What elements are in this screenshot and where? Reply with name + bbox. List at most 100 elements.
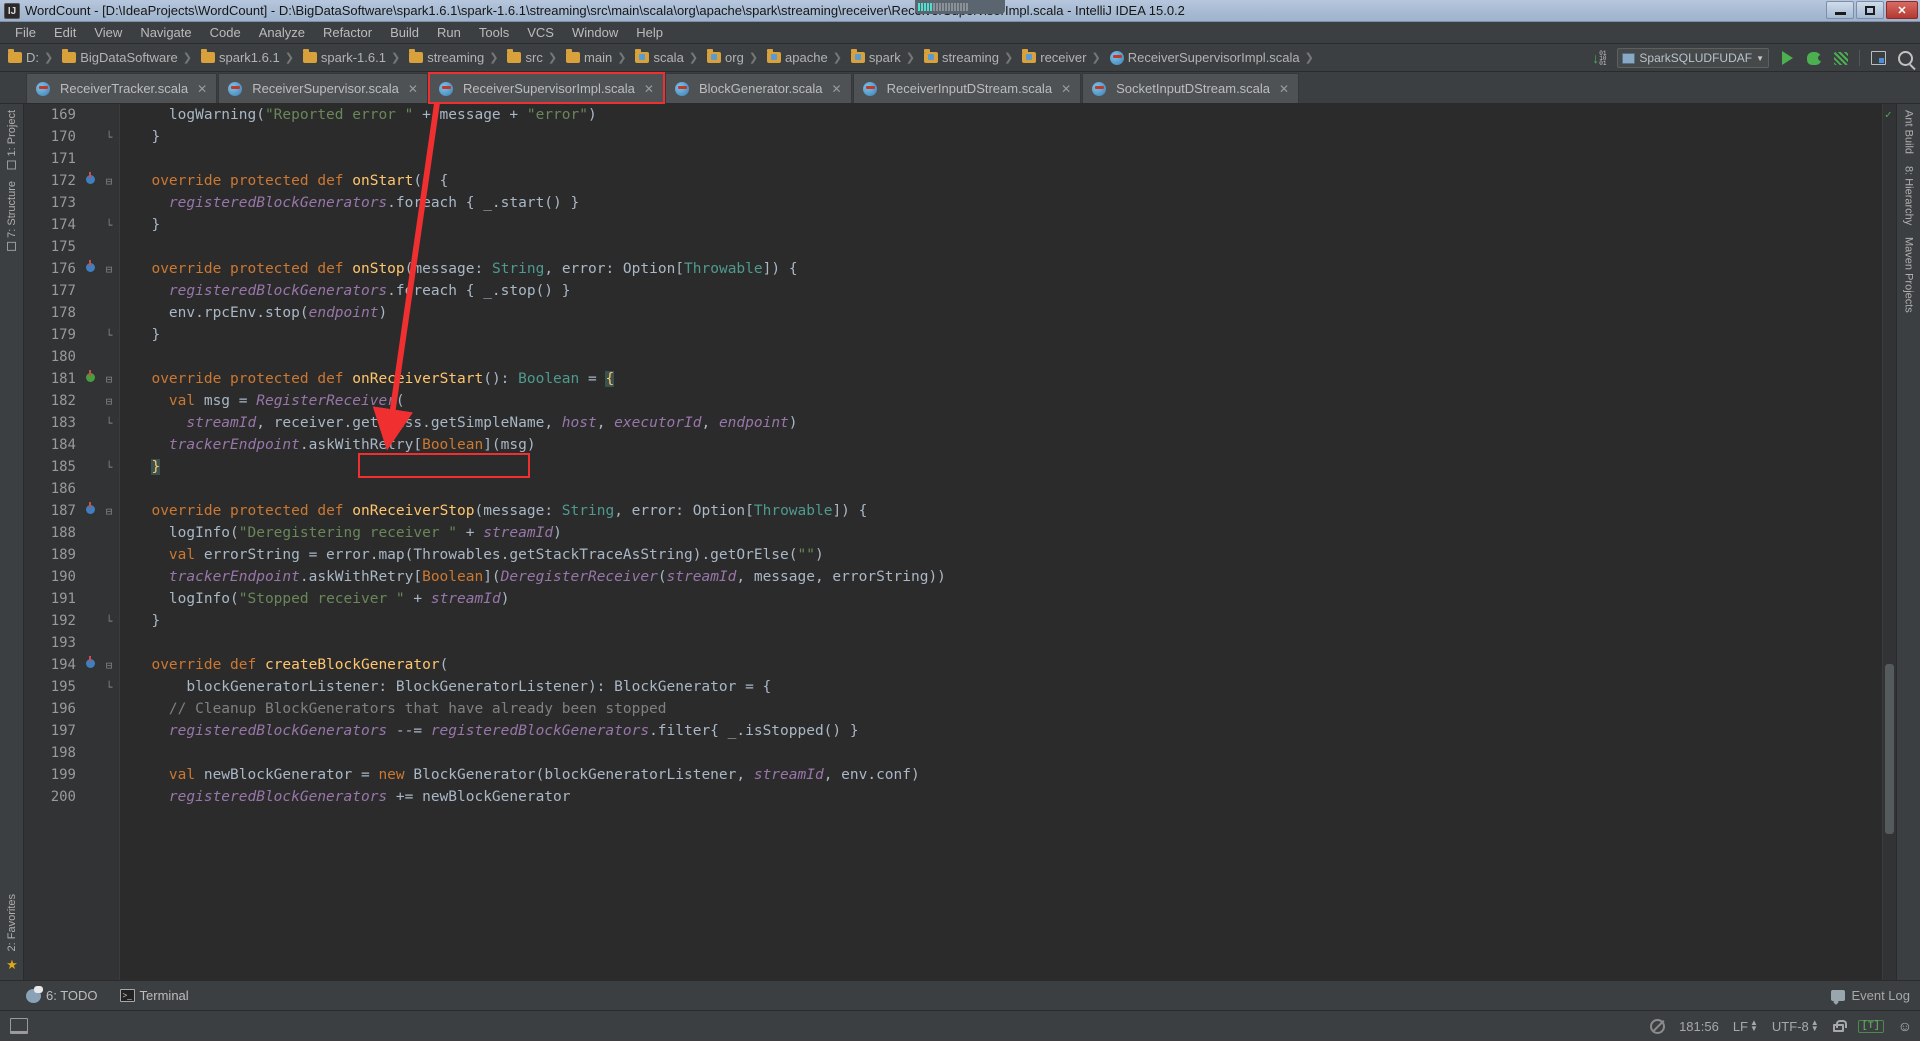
layout-button[interactable]	[1869, 49, 1887, 67]
line-number: 171	[50, 151, 76, 167]
menu-code[interactable]: Code	[201, 23, 250, 42]
breadcrumb-item-streaming[interactable]: streaming ❯	[920, 49, 1018, 65]
editor-tab-receiversupervisor-scala[interactable]: ReceiverSupervisor.scala ✕	[218, 73, 428, 103]
override-method-gutter-icon[interactable]	[82, 656, 98, 671]
tool-window-favorites[interactable]: 2: Favorites	[3, 888, 21, 957]
maximize-button[interactable]	[1856, 1, 1884, 19]
code-fold-toggle[interactable]: ⊟	[98, 373, 120, 386]
encoding-selector[interactable]: UTF-8 ▲ ▼	[1772, 1019, 1819, 1034]
breadcrumb-item-main[interactable]: main ❯	[562, 49, 631, 65]
update-project-button[interactable]: ↓ 01 10 01	[1590, 49, 1608, 67]
menu-file[interactable]: File	[6, 23, 45, 42]
code-fold-toggle[interactable]: ⊟	[98, 659, 120, 672]
breadcrumb-item-spark-1-6-1[interactable]: spark-1.6.1 ❯	[299, 49, 405, 65]
breadcrumb-item-src[interactable]: src ❯	[503, 49, 562, 65]
editor-marker-bar[interactable]: ✓	[1882, 104, 1896, 980]
lock-icon[interactable]	[1832, 1019, 1847, 1032]
close-icon[interactable]: ✕	[408, 82, 418, 96]
menu-build[interactable]: Build	[381, 23, 428, 42]
override-method-gutter-icon[interactable]	[82, 172, 98, 187]
minimize-button[interactable]	[1826, 1, 1854, 19]
menu-vcs[interactable]: VCS	[518, 23, 563, 42]
breadcrumb-item-streaming[interactable]: streaming ❯	[405, 49, 503, 65]
editor-tab-socketinputdstream-scala[interactable]: SocketInputDStream.scala ✕	[1082, 73, 1300, 103]
line-separator-selector[interactable]: LF ▲ ▼	[1733, 1019, 1758, 1034]
code-token: }	[151, 459, 161, 475]
code-token: "Stopped receiver "	[238, 591, 405, 607]
hide-tool-windows-icon[interactable]	[10, 1018, 28, 1034]
breadcrumb-item-d-[interactable]: D: ❯	[4, 49, 58, 65]
editor-tab-blockgenerator-scala[interactable]: BlockGenerator.scala ✕	[664, 73, 852, 103]
breadcrumb-item-bigdatasoftware[interactable]: BigDataSoftware ❯	[58, 49, 197, 65]
menu-tools[interactable]: Tools	[470, 23, 518, 42]
code-fold-toggle[interactable]: └	[98, 219, 120, 232]
indent-badge[interactable]: [T]	[1857, 1019, 1884, 1033]
editor-tab-receiversupervisorimpl-scala[interactable]: ReceiverSupervisorImpl.scala ✕	[427, 72, 665, 104]
menu-analyze[interactable]: Analyze	[250, 23, 314, 42]
code-line-195: 195 └ blockGeneratorListener: BlockGenera…	[24, 676, 1896, 698]
tool-window-hierarchy[interactable]: 8: Hierarchy	[1900, 160, 1918, 231]
code-fold-toggle[interactable]: ⊟	[98, 175, 120, 188]
toolbar-divider	[1859, 50, 1860, 66]
menu-run[interactable]: Run	[428, 23, 470, 42]
menu-refactor[interactable]: Refactor	[314, 23, 381, 42]
editor-tab-receivertracker-scala[interactable]: ReceiverTracker.scala ✕	[26, 73, 218, 103]
breadcrumb-item-spark[interactable]: spark ❯	[847, 49, 920, 65]
code-fold-toggle[interactable]: └	[98, 417, 120, 430]
code-fold-toggle[interactable]: └	[98, 615, 120, 628]
menu-help[interactable]: Help	[627, 23, 672, 42]
breadcrumb-item-receiversupervisorimpl-scala[interactable]: ReceiverSupervisorImpl.scala ❯	[1106, 50, 1319, 65]
override-method-gutter-icon[interactable]	[82, 370, 98, 385]
tool-window-todo[interactable]: 6: TODO	[26, 985, 98, 1003]
code-fold-toggle[interactable]: └	[98, 329, 120, 342]
code-token: // Cleanup BlockGenerators that have alr…	[168, 701, 667, 717]
menu-navigate[interactable]: Navigate	[131, 23, 200, 42]
tool-window-structure[interactable]: 7: Structure	[3, 175, 21, 257]
close-icon[interactable]: ✕	[832, 82, 842, 96]
breadcrumb-item-apache[interactable]: apache ❯	[763, 49, 847, 65]
menu-view[interactable]: View	[85, 23, 131, 42]
breadcrumb-item-scala[interactable]: scala ❯	[631, 49, 703, 65]
search-everywhere-button[interactable]	[1896, 49, 1914, 67]
run-button[interactable]	[1778, 49, 1796, 67]
code-fold-toggle[interactable]: └	[98, 681, 120, 694]
run-with-coverage-button[interactable]	[1832, 49, 1850, 67]
status-bar-right-group: 181:56 LF ▲ ▼ UTF-8 ▲ ▼ [T] ☺	[1650, 1018, 1912, 1034]
menu-edit[interactable]: Edit	[45, 23, 85, 42]
code-token: )	[814, 547, 824, 563]
tool-window-project[interactable]: 1: Project	[3, 104, 21, 175]
tool-window-ant-build[interactable]: Ant Build	[1900, 104, 1918, 160]
override-method-gutter-icon[interactable]	[82, 260, 98, 275]
close-button[interactable]: ✕	[1886, 1, 1918, 19]
run-configuration-selector[interactable]: SparkSQLUDFUDAF ▼	[1617, 48, 1769, 68]
debug-button[interactable]	[1805, 49, 1824, 67]
close-icon[interactable]: ✕	[644, 82, 654, 96]
code-fold-toggle[interactable]: ⊟	[98, 395, 120, 408]
close-icon[interactable]: ✕	[197, 82, 207, 96]
caret-position[interactable]: 181:56	[1679, 1019, 1719, 1034]
event-log-label[interactable]: Event Log	[1851, 988, 1910, 1003]
editor-scrollbar-thumb[interactable]	[1885, 664, 1894, 834]
code-fold-toggle[interactable]: └	[98, 461, 120, 474]
signal-bars-icon	[918, 3, 968, 11]
code-editor[interactable]: 169 logWarning("Reported error " + messa…	[24, 104, 1896, 980]
code-token: msg =	[203, 393, 257, 409]
no-inspections-icon[interactable]	[1650, 1018, 1666, 1034]
close-icon[interactable]: ✕	[1279, 82, 1289, 96]
code-fold-toggle[interactable]: ⊟	[98, 263, 120, 276]
line-number: 181	[50, 371, 76, 387]
breadcrumb-item-spark1-6-1[interactable]: spark1.6.1 ❯	[197, 49, 299, 65]
tool-window-terminal[interactable]: >_ Terminal	[119, 988, 189, 1003]
close-icon[interactable]: ✕	[1061, 82, 1071, 96]
menu-window[interactable]: Window	[563, 23, 627, 42]
hector-inspection-icon[interactable]: ☺	[1898, 1018, 1912, 1034]
editor-tab-receiverinputdstream-scala[interactable]: ReceiverInputDStream.scala ✕	[852, 73, 1082, 103]
breadcrumb-item-org[interactable]: org ❯	[703, 49, 763, 65]
code-fold-toggle[interactable]: └	[98, 131, 120, 144]
breadcrumb-item-receiver[interactable]: receiver ❯	[1018, 49, 1105, 65]
line-number: 177	[50, 283, 76, 299]
tool-window-maven-projects[interactable]: Maven Projects	[1900, 231, 1918, 319]
override-method-gutter-icon[interactable]	[82, 502, 98, 517]
code-fold-toggle[interactable]: ⊟	[98, 505, 120, 518]
